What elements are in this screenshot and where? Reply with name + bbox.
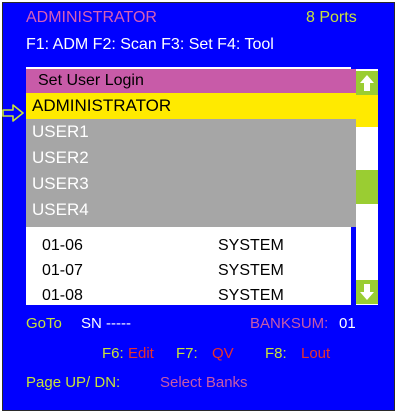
popup-item-user2[interactable]: USER2: [26, 145, 356, 171]
port-row-name[interactable]: SYSTEM: [218, 237, 284, 255]
port-row-id[interactable]: 01-06: [42, 237, 83, 255]
arrow-down-icon: [360, 284, 374, 300]
f7-qv[interactable]: QV: [212, 345, 234, 362]
scrollbar-thumb[interactable]: [356, 170, 378, 204]
arrow-right-outline-icon: [2, 104, 24, 122]
port-row-id[interactable]: 01-07: [42, 262, 83, 280]
f7-key[interactable]: F7:: [176, 345, 198, 362]
serial-number: SN -----: [81, 315, 131, 332]
popup-item-user4[interactable]: USER4: [26, 197, 356, 223]
ports-count: 8 Ports: [306, 9, 357, 26]
f8-logout[interactable]: Lout: [301, 345, 330, 362]
scrollbar-highlight: [356, 95, 378, 127]
scroll-up-button[interactable]: [356, 71, 378, 95]
popup-title: Set User Login: [26, 69, 356, 93]
banksum-label: BANKSUM:: [250, 315, 329, 332]
f8-key[interactable]: F8:: [265, 345, 287, 362]
popup-item-user1[interactable]: USER1: [26, 119, 356, 145]
port-row-id[interactable]: 01-08: [42, 287, 83, 305]
header-title: ADMINISTRATOR: [26, 9, 157, 26]
banksum-value: 01: [339, 315, 356, 332]
popup-item-user3[interactable]: USER3: [26, 171, 356, 197]
page-up-down-label: Page UP/ DN:: [26, 374, 121, 391]
goto-label[interactable]: GoTo: [26, 315, 62, 332]
select-banks-label: Select Banks: [160, 374, 248, 391]
arrow-up-icon: [360, 75, 374, 91]
f6-key[interactable]: F6:: [102, 345, 124, 362]
scroll-down-button[interactable]: [356, 280, 378, 304]
f6-edit[interactable]: Edit: [128, 345, 154, 362]
function-keys-bar: F1: ADM F2: Scan F3: Set F4: Tool: [26, 36, 274, 53]
port-row-name[interactable]: SYSTEM: [218, 262, 284, 280]
popup-item-administrator[interactable]: ADMINISTRATOR: [26, 93, 356, 119]
port-row-name[interactable]: SYSTEM: [218, 287, 284, 305]
